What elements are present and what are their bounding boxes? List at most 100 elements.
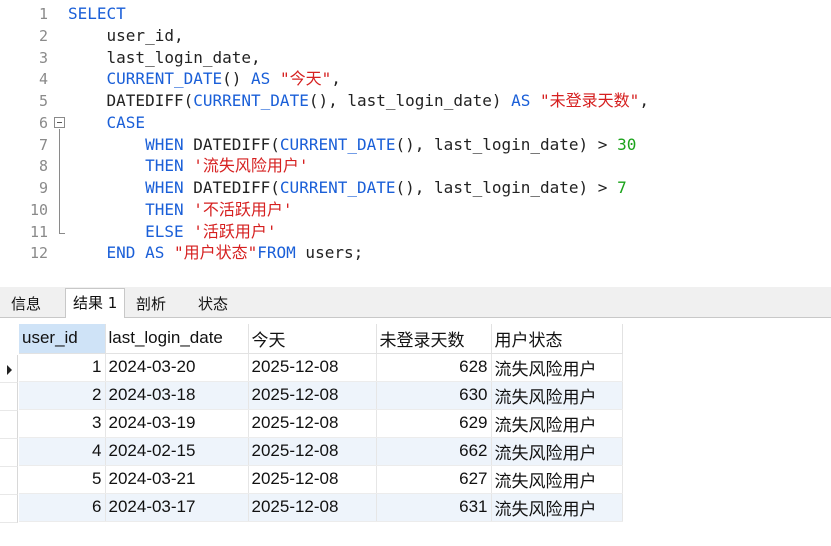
cell-last-login-date[interactable]: 2024-02-15 (105, 437, 249, 466)
line-number: 7 (38, 135, 48, 154)
cell-today[interactable]: 2025-12-08 (248, 465, 377, 494)
sql-keyword: SELECT (68, 4, 126, 23)
fold-collapse-icon[interactable] (54, 117, 65, 128)
sql-editor[interactable]: 1 2 3 4 5 6 7 8 9 10 11 12 SELECT user_id, last_log… (0, 0, 831, 287)
results-table: user_id last_login_date 今天 未登录天数 用户状态 12… (19, 324, 623, 522)
code-line: DATEDIFF(CURRENT_DATE(), last_login_date… (68, 90, 649, 112)
cell-last-login-date[interactable]: 2024-03-21 (105, 465, 249, 494)
row-header[interactable] (0, 495, 18, 523)
cell-user-id[interactable]: 3 (19, 409, 106, 438)
sql-text: DATEDIFF( (68, 91, 194, 110)
cell-today[interactable]: 2025-12-08 (248, 409, 377, 438)
sql-keyword: AS (511, 91, 531, 110)
line-number: 5 (38, 92, 48, 110)
code-line: ELSE '活跃用户' (68, 221, 276, 243)
cell-user-status[interactable]: 流失风险用户 (491, 493, 623, 522)
cell-user-id[interactable]: 6 (19, 493, 106, 522)
sql-number: 30 (617, 134, 637, 154)
line-number: 6 (38, 113, 48, 132)
cell-days-inactive[interactable]: 662 (376, 437, 492, 466)
tab-info[interactable]: 信息 (4, 290, 48, 318)
cell-user-id[interactable]: 2 (19, 381, 106, 410)
sql-string: "用户状态" (173, 243, 258, 263)
cell-days-inactive[interactable]: 631 (376, 493, 492, 522)
tab-status[interactable]: 状态 (191, 290, 235, 318)
column-header-days-inactive[interactable]: 未登录天数 (376, 324, 492, 354)
column-header-user-status[interactable]: 用户状态 (491, 324, 623, 354)
cell-today[interactable]: 2025-12-08 (248, 493, 377, 522)
table-row[interactable]: 4 2024-02-15 2025-12-08 662 流失风险用户 (19, 437, 623, 466)
sql-keyword: THEN (145, 156, 184, 176)
code-line: WHEN DATEDIFF(CURRENT_DATE(), last_login… (68, 177, 627, 199)
row-header[interactable] (0, 439, 18, 467)
cell-user-id[interactable]: 4 (19, 437, 106, 466)
cell-days-inactive[interactable]: 629 (376, 409, 492, 438)
line-number: 2 (38, 26, 48, 45)
cell-last-login-date[interactable]: 2024-03-19 (105, 409, 249, 438)
cell-user-status[interactable]: 流失风险用户 (491, 465, 623, 494)
cell-user-status[interactable]: 流失风险用户 (491, 409, 623, 438)
cell-user-id[interactable]: 5 (19, 465, 106, 494)
row-header[interactable] (0, 467, 18, 495)
sql-string: "未登录天数" (540, 91, 640, 110)
sql-keyword: CURRENT_DATE (279, 178, 396, 197)
sql-text: (), last_login_date) > (395, 134, 618, 154)
code-line: CASE (68, 112, 146, 134)
row-header[interactable] (0, 411, 18, 439)
code-line: END AS "用户状态"FROM users; (68, 242, 364, 264)
sql-keyword: FROM (257, 243, 296, 263)
results-grid[interactable]: user_id last_login_date 今天 未登录天数 用户状态 12… (0, 318, 831, 546)
column-header-today[interactable]: 今天 (248, 324, 377, 354)
code-line: last_login_date, (68, 47, 261, 69)
sql-text: user_id, (68, 25, 184, 45)
tab-result-1[interactable]: 结果 1 (65, 288, 126, 319)
cell-days-inactive[interactable]: 627 (376, 465, 492, 494)
sql-text: DATEDIFF( (183, 178, 280, 197)
table-row[interactable]: 1 2024-03-20 2025-12-08 628 流失风险用户 (19, 353, 623, 382)
line-number: 3 (38, 48, 48, 67)
column-header-last-login-date[interactable]: last_login_date (105, 324, 249, 354)
line-number: 10 (29, 200, 48, 219)
cell-last-login-date[interactable]: 2024-03-20 (105, 353, 249, 382)
cell-last-login-date[interactable]: 2024-03-17 (105, 493, 249, 522)
cell-today[interactable]: 2025-12-08 (248, 353, 377, 382)
sql-string: '不活跃用户' (193, 199, 293, 219)
row-header[interactable] (0, 383, 18, 411)
line-number: 9 (38, 179, 48, 197)
cell-last-login-date[interactable]: 2024-03-18 (105, 381, 249, 410)
row-header[interactable] (0, 355, 18, 383)
cell-today[interactable]: 2025-12-08 (248, 437, 377, 466)
cell-user-status[interactable]: 流失风险用户 (491, 353, 623, 382)
sql-keyword: CURRENT_DATE (106, 69, 223, 89)
code-line: CURRENT_DATE() AS "今天", (68, 68, 341, 90)
cell-user-id[interactable]: 1 (19, 353, 106, 382)
fold-end-marker (59, 233, 65, 234)
table-row[interactable]: 5 2024-03-21 2025-12-08 627 流失风险用户 (19, 465, 623, 494)
code-line: SELECT (68, 3, 126, 25)
sql-text: users; (295, 243, 364, 263)
tab-profile[interactable]: 剖析 (129, 290, 173, 318)
cell-days-inactive[interactable]: 628 (376, 353, 492, 382)
result-tabbar: 信息 结果 1 剖析 状态 (0, 287, 831, 319)
table-row[interactable]: 3 2024-03-19 2025-12-08 629 流失风险用户 (19, 409, 623, 438)
cell-user-status[interactable]: 流失风险用户 (491, 381, 623, 410)
column-header-user-id[interactable]: user_id (19, 324, 106, 354)
cell-today[interactable]: 2025-12-08 (248, 381, 377, 410)
table-row[interactable]: 2 2024-03-18 2025-12-08 630 流失风险用户 (19, 381, 623, 410)
sql-text: , (639, 91, 649, 110)
cell-user-status[interactable]: 流失风险用户 (491, 437, 623, 466)
cell-days-inactive[interactable]: 630 (376, 381, 492, 410)
sql-keyword: WHEN (145, 134, 184, 154)
table-row[interactable]: 6 2024-03-17 2025-12-08 631 流失风险用户 (19, 493, 623, 522)
code-line: THEN '流失风险用户' (68, 155, 308, 177)
